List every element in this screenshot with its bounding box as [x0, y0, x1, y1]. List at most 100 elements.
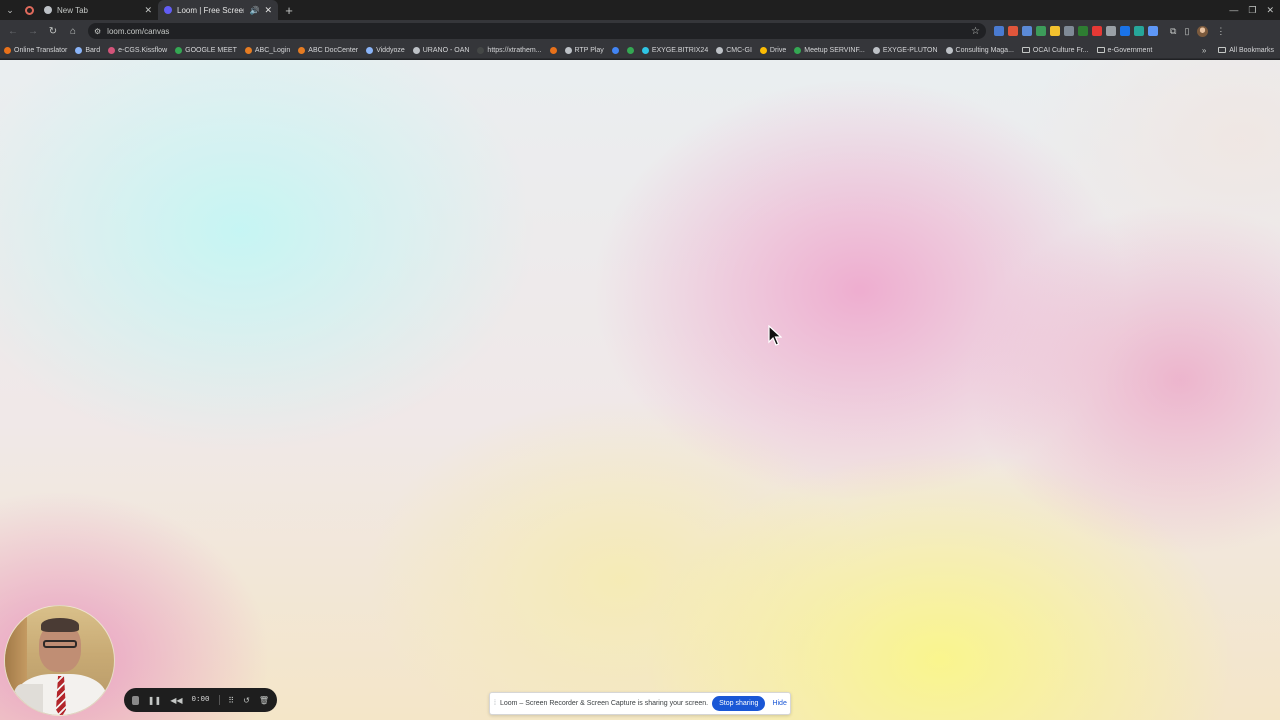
bookmark-favicon-icon	[75, 46, 83, 54]
bookmark-favicon-icon	[298, 46, 306, 54]
pause-icon[interactable]: ❚❚	[148, 696, 161, 705]
bookmark-label: Viddyoze	[376, 46, 405, 54]
close-window-icon[interactable]: ✕	[1266, 5, 1274, 16]
tab-search-button[interactable]: ⌄	[0, 0, 20, 20]
bookmark-item[interactable]: https://xtrathem...	[477, 46, 542, 54]
bookmark-item[interactable]: ABC DocCenter	[298, 46, 359, 54]
address-bar[interactable]: ⚙ loom.com/canvas ☆	[88, 23, 986, 39]
bookmark-favicon-icon	[477, 46, 485, 54]
screen-sharing-banner: ⁞ Loom – Screen Recorder & Screen Captur…	[489, 692, 791, 715]
bookmark-item[interactable]: Meetup SERVINF...	[794, 46, 865, 54]
bookmark-item[interactable]	[549, 46, 557, 54]
extension-icon[interactable]	[1078, 26, 1088, 36]
bookmark-label: Drive	[769, 46, 787, 54]
bookmark-favicon-icon	[412, 46, 420, 54]
folder-icon	[1218, 47, 1227, 53]
bookmark-label: URANO - OAN	[422, 46, 470, 54]
bookmark-item[interactable]: Online Translator	[4, 46, 67, 54]
drawing-grid-icon[interactable]: ⠿	[228, 696, 234, 705]
bookmark-star-icon[interactable]: ☆	[971, 26, 980, 37]
stop-sharing-button[interactable]: Stop sharing	[712, 696, 766, 711]
chrome-icon	[44, 6, 52, 14]
restore-icon[interactable]: ❐	[1248, 5, 1256, 16]
close-tab-icon[interactable]: ✕	[144, 5, 152, 16]
bookmark-item[interactable]: e-Government	[1096, 46, 1153, 54]
kebab-menu-icon[interactable]: ⋮	[1216, 26, 1225, 37]
bookmark-favicon-icon	[564, 46, 572, 54]
stop-recording-button[interactable]	[132, 695, 139, 705]
bookmark-item[interactable]: Viddyoze	[366, 46, 405, 54]
bookmark-item[interactable]: EXYGE-PLUTON	[872, 46, 938, 54]
hide-button[interactable]: Hide	[769, 700, 789, 707]
home-button[interactable]: ⌂	[64, 22, 82, 40]
bookmark-item[interactable]: Consulting Maga...	[945, 46, 1014, 54]
tab-new-tab[interactable]: New Tab ✕	[38, 0, 158, 20]
puzzle-icon[interactable]: ⧉	[1170, 26, 1176, 37]
all-bookmarks-label: All Bookmarks	[1229, 46, 1274, 54]
extension-icon[interactable]	[1050, 26, 1060, 36]
extension-icon[interactable]	[1064, 26, 1074, 36]
extension-icon[interactable]	[994, 26, 1004, 36]
bookmark-item[interactable]: e-CGS.Kissflow	[108, 46, 168, 54]
profile-avatar[interactable]	[1197, 25, 1209, 37]
tab-loom[interactable]: Loom | Free Screen & Vi 🔊 ✕	[158, 0, 278, 20]
extension-icon[interactable]	[1092, 26, 1102, 36]
folder-icon	[1021, 47, 1030, 53]
home-icon: ⌂	[69, 25, 77, 37]
extension-icon[interactable]	[1036, 26, 1046, 36]
camera-bubble[interactable]	[4, 605, 115, 716]
bookmarks-list: Online Translator Bard e-CGS.Kissflow GOOGL…	[4, 46, 1160, 54]
new-tab-button[interactable]: +	[278, 0, 300, 20]
bookmark-label: Meetup SERVINF...	[804, 46, 865, 54]
all-bookmarks-button[interactable]: All Bookmarks	[1218, 47, 1274, 54]
rewind-icon[interactable]: ◀◀	[170, 696, 182, 705]
extension-icon[interactable]	[1134, 26, 1144, 36]
extension-icon[interactable]	[1148, 26, 1158, 36]
reload-button[interactable]: ↻	[44, 22, 62, 40]
bookmark-favicon-icon	[872, 46, 880, 54]
bookmark-favicon-icon	[794, 46, 802, 54]
bookmark-item[interactable]	[626, 46, 634, 54]
chevron-down-icon: ⌄	[6, 4, 14, 15]
bookmark-label: GOOGLE MEET	[185, 46, 237, 54]
sharing-message: Loom – Screen Recorder & Screen Capture …	[499, 700, 709, 707]
bookmark-item[interactable]: Bard	[75, 46, 100, 54]
close-tab-icon[interactable]: ✕	[264, 5, 272, 16]
back-button[interactable]: ←	[4, 22, 22, 40]
extension-icon[interactable]	[1022, 26, 1032, 36]
mouse-cursor-icon	[768, 325, 782, 346]
more-bookmarks-icon[interactable]: »	[1202, 46, 1206, 55]
side-panel-icon[interactable]: ▯	[1184, 26, 1189, 37]
trash-icon[interactable]: 🗑	[259, 696, 269, 705]
extensions-area	[994, 26, 1158, 36]
reload-icon: ↻	[48, 25, 58, 37]
extension-icon[interactable]	[1120, 26, 1130, 36]
minimize-icon[interactable]: —	[1229, 5, 1238, 15]
extension-icon[interactable]	[1008, 26, 1018, 36]
recording-timer: 0:00	[191, 696, 210, 704]
site-info-icon[interactable]: ⚙	[94, 27, 101, 36]
tab-title: Loom | Free Screen & Vi	[177, 5, 244, 15]
extension-icon[interactable]	[1106, 26, 1116, 36]
bookmark-item[interactable]: RTP Play	[564, 46, 604, 54]
restart-icon[interactable]: ↺	[243, 696, 250, 705]
bookmark-item[interactable]: CMC-GI	[716, 46, 752, 54]
bookmark-label: e-CGS.Kissflow	[118, 46, 168, 54]
drag-handle-icon[interactable]: ⁞	[494, 700, 496, 707]
bookmark-label: e-Government	[1107, 46, 1153, 54]
bookmark-item[interactable]: EXYGE.BITRIX24	[641, 46, 709, 54]
bookmark-item[interactable]: GOOGLE MEET	[175, 46, 237, 54]
speaker-icon[interactable]: 🔊	[249, 6, 259, 15]
bookmark-item[interactable]: ABC_Login	[244, 46, 290, 54]
forward-button[interactable]: →	[24, 22, 42, 40]
bookmark-item[interactable]: Drive	[759, 46, 787, 54]
toolbar-right: ⧉ ▯ ⋮	[1170, 25, 1225, 37]
bookmark-item[interactable]: OCAI Culture Fr...	[1021, 47, 1089, 54]
bookmark-item[interactable]	[611, 46, 619, 54]
glasses	[43, 640, 77, 648]
bookmark-favicon-icon	[641, 46, 649, 54]
bookmark-label: EXYGE.BITRIX24	[651, 46, 709, 54]
bookmark-item[interactable]: URANO - OAN	[412, 46, 470, 54]
bookmark-favicon-icon	[759, 46, 767, 54]
bookmark-label: ABC DocCenter	[308, 46, 359, 54]
